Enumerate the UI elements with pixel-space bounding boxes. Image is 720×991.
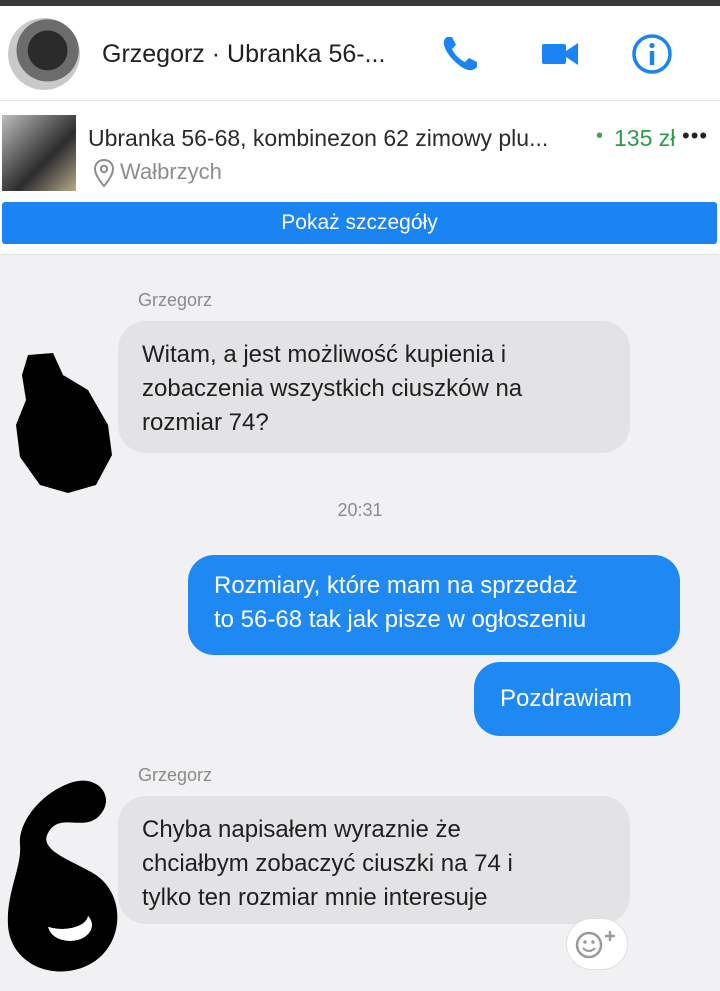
message-line: tylko ten rozmiar mnie interesuje (142, 884, 488, 911)
listing-title[interactable]: Ubranka 56-68, kombinezon 62 zimowy plu.… (88, 125, 548, 152)
sender-avatar-redacted (16, 353, 112, 493)
message-bubble-outgoing[interactable]: Pozdrawiam (474, 662, 680, 736)
message-line: Chyba napisałem wyraznie że (142, 816, 461, 843)
message-line: Witam, a jest możliwość kupienia i (142, 341, 507, 368)
info-icon[interactable] (630, 32, 674, 76)
smiley-plus-icon (575, 931, 615, 959)
message-bubble-incoming[interactable]: Witam, a jest możliwość kupienia i zobac… (118, 321, 630, 453)
message-line: chciałbym zobaczyć ciuszki na 74 i (142, 850, 513, 877)
message-line: rozmiar 74? (142, 409, 269, 436)
listing-location: Wałbrzych (120, 159, 222, 184)
conversation-header: Grzegorz · Ubranka 56-... (0, 6, 720, 101)
show-details-button[interactable]: Pokaż szczegóły (2, 202, 717, 244)
sender-name: Grzegorz (138, 290, 213, 310)
message-bubble-outgoing[interactable]: Rozmiary, które mam na sprzedaż to 56-68… (188, 555, 680, 655)
listing-thumbnail[interactable] (2, 115, 76, 191)
message-line: zobaczenia wszystkich ciuszków na (142, 375, 523, 402)
message-line: to 56-68 tak jak pisze w ogłoszeniu (214, 606, 587, 633)
phone-icon[interactable] (438, 32, 482, 76)
more-options-icon[interactable]: ••• (682, 123, 708, 149)
location-pin-icon (93, 158, 115, 188)
listing-card: Ubranka 56-68, kombinezon 62 zimowy plu.… (0, 101, 720, 255)
video-icon[interactable] (538, 32, 582, 76)
message-timestamp: 20:31 (337, 500, 383, 520)
sender-name: Grzegorz (138, 765, 213, 785)
listing-price: 135 zł (614, 125, 676, 151)
add-reaction-button[interactable] (566, 918, 628, 970)
avatar[interactable] (8, 18, 80, 90)
message-line: Rozmiary, które mam na sprzedaż (214, 572, 578, 599)
message-bubble-incoming[interactable]: Chyba napisałem wyraznie że chciałbym zo… (118, 796, 630, 924)
conversation-title[interactable]: Grzegorz · Ubranka 56-... (102, 40, 385, 69)
price-separator: • (596, 125, 604, 147)
message-line: Pozdrawiam (500, 685, 633, 712)
